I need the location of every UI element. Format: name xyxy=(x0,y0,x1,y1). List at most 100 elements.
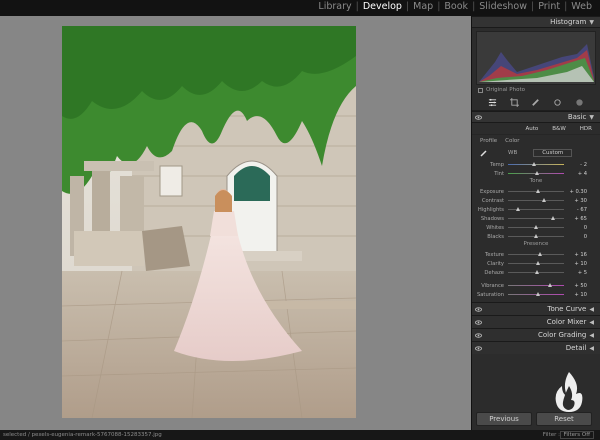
basic-title: Basic xyxy=(567,113,587,121)
slider-value[interactable]: + 50 xyxy=(564,283,590,289)
color-mixer-header[interactable]: Color Mixer ◀ xyxy=(472,315,600,328)
profile-label: Profile xyxy=(480,137,498,144)
slider-value[interactable]: + 30 xyxy=(564,198,590,204)
slider-blacks[interactable]: Blacks 0 xyxy=(472,232,600,241)
module-develop[interactable]: Develop xyxy=(359,1,406,12)
auto-button[interactable]: Auto xyxy=(526,126,539,132)
slider-label: Dehaze xyxy=(484,269,504,276)
slider-value[interactable]: + 10 xyxy=(564,292,590,298)
color-grading-header[interactable]: Color Grading ◀ xyxy=(472,328,600,341)
eye-icon[interactable] xyxy=(475,114,482,121)
original-photo-toggle[interactable]: Original Photo xyxy=(472,85,600,95)
eye-icon[interactable] xyxy=(475,319,482,326)
hdr-button[interactable]: HDR xyxy=(580,126,592,132)
redeye-icon[interactable] xyxy=(553,98,562,107)
slider-knob[interactable] xyxy=(541,198,546,202)
slider-label: Blacks xyxy=(487,233,504,240)
slider-label: Highlights xyxy=(477,206,504,213)
eyedropper-icon[interactable] xyxy=(480,149,488,157)
slider-knob[interactable] xyxy=(536,189,541,193)
slider-value[interactable]: + 16 xyxy=(564,252,590,258)
module-print[interactable]: Print xyxy=(534,1,564,12)
slider-value[interactable]: 0 xyxy=(564,234,590,240)
expand-triangle-icon: ◀ xyxy=(589,331,594,339)
previous-button[interactable]: Previous xyxy=(476,412,532,426)
slider-dehaze[interactable]: Dehaze + 5 xyxy=(472,268,600,277)
crop-icon[interactable] xyxy=(509,98,519,107)
collapse-triangle-icon: ▼ xyxy=(589,113,594,121)
eye-icon[interactable] xyxy=(475,332,482,339)
slider-value[interactable]: + 65 xyxy=(564,216,590,222)
slider-value[interactable]: + 5 xyxy=(564,270,590,276)
module-map[interactable]: Map xyxy=(409,1,437,12)
slider-texture[interactable]: Texture + 16 xyxy=(472,250,600,259)
module-book[interactable]: Book xyxy=(440,1,472,12)
slider-highlights[interactable]: Highlights - 67 xyxy=(472,205,600,214)
slider-shadows[interactable]: Shadows + 65 xyxy=(472,214,600,223)
slider-temp[interactable]: Temp - 2 xyxy=(472,160,600,169)
slider-value[interactable]: + 10 xyxy=(564,261,590,267)
slider-value[interactable]: - 2 xyxy=(564,162,590,168)
slider-value[interactable]: 0 xyxy=(564,225,590,231)
slider-saturation[interactable]: Saturation + 10 xyxy=(472,290,600,299)
reset-button[interactable]: Reset xyxy=(536,412,592,426)
module-slideshow[interactable]: Slideshow xyxy=(475,1,531,12)
slider-value[interactable]: + 0.30 xyxy=(564,189,590,195)
wb-dropdown[interactable]: Custom xyxy=(533,149,573,157)
slider-knob[interactable] xyxy=(551,216,556,220)
slider-knob[interactable] xyxy=(515,207,520,211)
slider-label: Contrast xyxy=(481,197,504,204)
slider-exposure[interactable]: Exposure + 0.30 xyxy=(472,187,600,196)
original-photo-label: Original Photo xyxy=(486,87,525,93)
slider-knob[interactable] xyxy=(547,283,552,287)
treatment-selector: Auto B&W HDR xyxy=(472,123,600,134)
slider-whites[interactable]: Whites 0 xyxy=(472,223,600,232)
slider-knob[interactable] xyxy=(532,162,537,166)
slider-tint[interactable]: Tint + 4 xyxy=(472,169,600,178)
tone-heading: Tone xyxy=(529,178,543,184)
slider-knob[interactable] xyxy=(537,252,542,256)
slider-knob[interactable] xyxy=(536,261,541,265)
eye-icon[interactable] xyxy=(475,306,482,313)
slider-knob[interactable] xyxy=(533,234,538,238)
slider-label: Saturation xyxy=(476,291,504,298)
sliders-icon[interactable] xyxy=(488,98,497,107)
slider-knob[interactable] xyxy=(533,225,538,229)
eye-icon[interactable] xyxy=(475,345,482,352)
slider-value[interactable]: + 4 xyxy=(564,171,590,177)
basic-header[interactable]: Basic ▼ xyxy=(472,111,600,123)
detail-header[interactable]: Detail ◀ xyxy=(472,341,600,354)
expand-triangle-icon: ◀ xyxy=(589,305,594,313)
color-grading-title: Color Grading xyxy=(538,331,587,339)
tone-curve-header[interactable]: Tone Curve ◀ xyxy=(472,302,600,315)
panel-buttons: Previous Reset xyxy=(476,412,592,426)
slider-label: Texture xyxy=(485,251,504,258)
slider-label: Clarity xyxy=(487,260,504,267)
slider-label: Shadows xyxy=(480,215,504,222)
slider-vibrance[interactable]: Vibrance + 50 xyxy=(472,281,600,290)
collapse-triangle-icon: ▼ xyxy=(589,18,594,26)
masking-icon[interactable] xyxy=(575,98,584,107)
expand-triangle-icon: ◀ xyxy=(589,318,594,326)
filter-dropdown[interactable]: Filters Off xyxy=(559,431,594,439)
profile-dropdown[interactable]: Color xyxy=(505,138,519,144)
healing-icon[interactable] xyxy=(531,98,540,107)
wb-row: WB Custom xyxy=(472,146,600,160)
module-library[interactable]: Library xyxy=(314,1,355,12)
bw-button[interactable]: B&W xyxy=(552,126,566,132)
tone-curve-title: Tone Curve xyxy=(547,305,587,313)
histogram-header[interactable]: Histogram ▼ xyxy=(472,16,600,28)
module-web[interactable]: Web xyxy=(567,1,596,12)
photo-preview[interactable] xyxy=(62,26,356,418)
slider-knob[interactable] xyxy=(534,171,539,175)
detail-title: Detail xyxy=(565,344,587,352)
color-mixer-title: Color Mixer xyxy=(546,318,587,326)
slider-clarity[interactable]: Clarity + 10 xyxy=(472,259,600,268)
slider-knob[interactable] xyxy=(534,270,539,274)
slider-contrast[interactable]: Contrast + 30 xyxy=(472,196,600,205)
status-bar: selected / pexels-eugenia-remark-5767088… xyxy=(0,430,600,440)
slider-label: Whites xyxy=(486,224,504,231)
develop-panel: Histogram ▼ Original Photo Basic ▼ Auto B&… xyxy=(471,16,600,430)
slider-value[interactable]: - 67 xyxy=(564,207,590,213)
slider-knob[interactable] xyxy=(536,292,541,296)
